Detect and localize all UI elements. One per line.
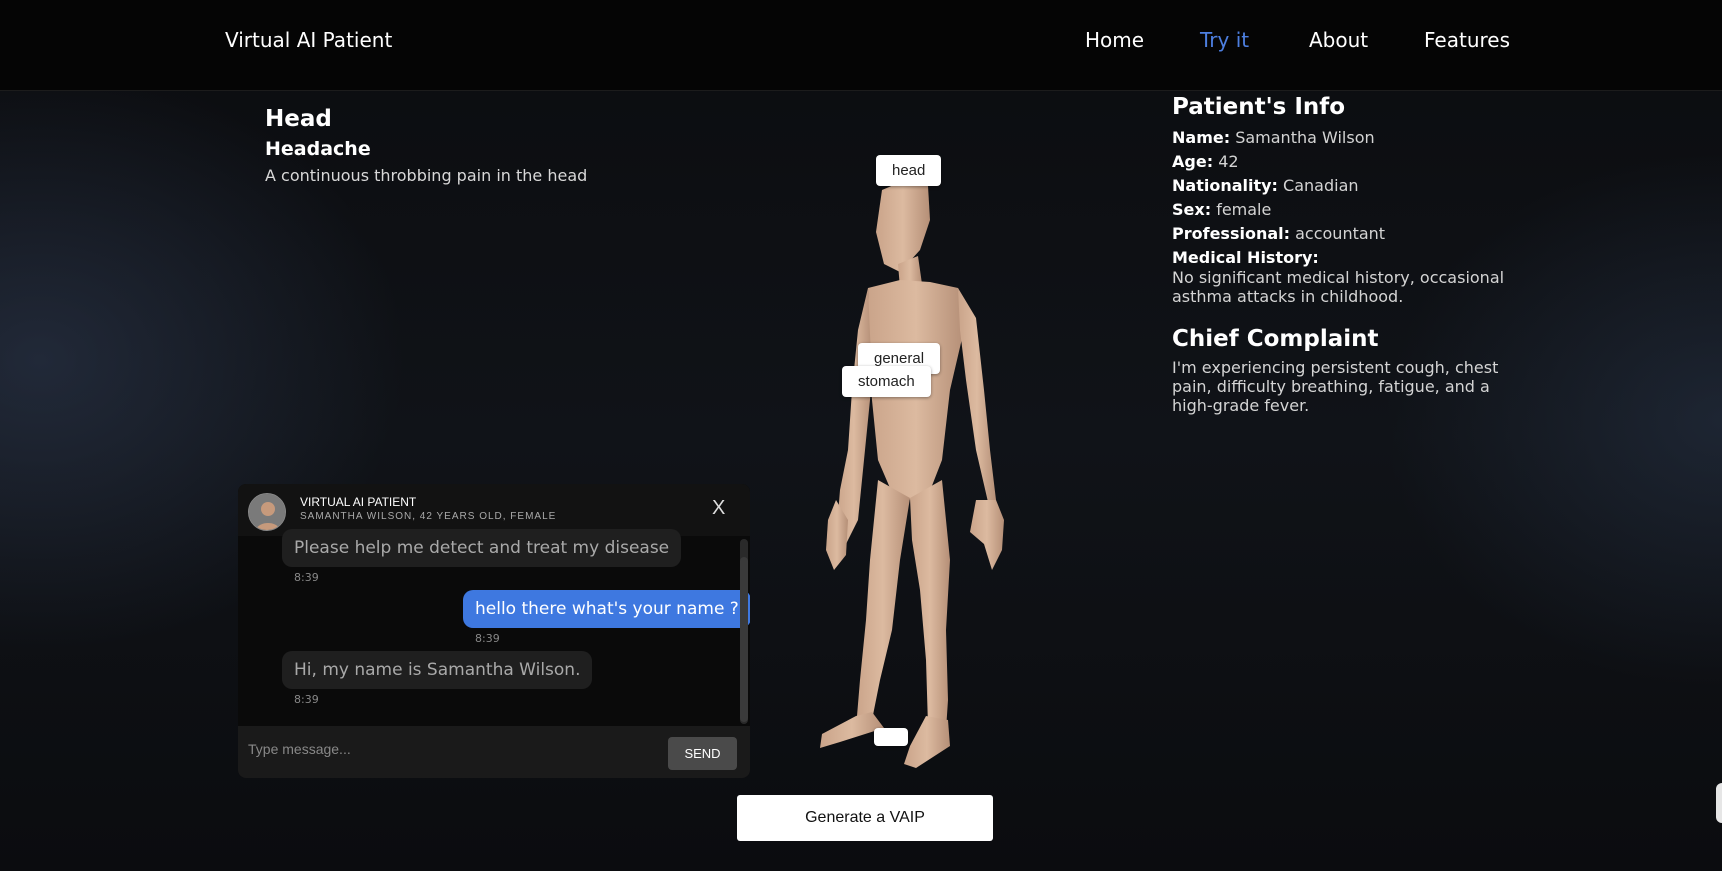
chat-window: VIRTUAL AI PATIENT SAMANTHA WILSON, 42 Y… — [238, 484, 750, 778]
patient-name-label: Name: — [1172, 128, 1231, 147]
human-figure-icon — [820, 178, 1004, 768]
chief-complaint-heading: Chief Complaint — [1172, 326, 1379, 352]
body-tag-stomach[interactable]: stomach — [842, 366, 931, 397]
patient-info-panel: Patient's Info Name: Samantha Wilson Age… — [1172, 94, 1512, 415]
chat-message-user: hello there what's your name ? — [463, 590, 750, 628]
patient-nationality-row: Nationality: Canadian — [1172, 174, 1512, 198]
patient-age: 42 — [1218, 152, 1239, 171]
brand-title[interactable]: Virtual AI Patient — [225, 28, 392, 52]
nav-features[interactable]: Features — [1424, 28, 1510, 52]
symptom-description: A continuous throbbing pain in the head — [265, 166, 588, 185]
patient-professional-row: Professional: accountant — [1172, 222, 1512, 246]
top-navbar: Virtual AI Patient Home Try it About Fea… — [0, 0, 1722, 91]
symptom-name: Headache — [265, 138, 371, 160]
patient-nationality-label: Nationality: — [1172, 176, 1278, 195]
side-edge-tab[interactable] — [1716, 783, 1722, 823]
body-tag-head[interactable]: head — [876, 155, 942, 186]
chat-message-patient: Please help me detect and treat my disea… — [282, 529, 682, 567]
chief-complaint: I'm experiencing persistent cough, chest… — [1172, 358, 1499, 415]
patient-sex-row: Sex: female — [1172, 198, 1512, 222]
medical-history: No significant medical history, occasion… — [1172, 268, 1505, 306]
nav-home[interactable]: Home — [1085, 28, 1144, 52]
chat-message-time: 8:39 — [475, 632, 500, 645]
symptom-panel: Head Headache A continuous throbbing pai… — [265, 106, 587, 185]
chat-title: VIRTUAL AI PATIENT — [300, 495, 417, 509]
chat-message-time: 8:39 — [294, 571, 319, 584]
patient-sex: female — [1216, 200, 1272, 219]
chat-message-input[interactable] — [248, 734, 648, 764]
nav-try-it[interactable]: Try it — [1200, 28, 1249, 52]
patient-age-row: Age: 42 — [1172, 150, 1512, 174]
body-tag-feet[interactable] — [874, 728, 908, 746]
patient-age-label: Age: — [1172, 152, 1214, 171]
person-avatar-icon — [249, 494, 285, 530]
patient-professional: accountant — [1295, 224, 1386, 243]
patient-sex-label: Sex: — [1172, 200, 1212, 219]
patient-professional-label: Professional: — [1172, 224, 1291, 243]
patient-name: Samantha Wilson — [1235, 128, 1375, 147]
chat-message-time: 8:39 — [294, 693, 319, 706]
chat-scrollbar[interactable] — [740, 539, 748, 724]
generate-vaip-button[interactable]: Generate a VAIP — [737, 795, 993, 841]
patient-info-heading: Patient's Info — [1172, 94, 1346, 120]
avatar — [248, 493, 286, 531]
chat-input-bar: SEND — [238, 726, 750, 778]
body-model[interactable]: head general stomach — [800, 155, 1040, 780]
send-button[interactable]: SEND — [668, 737, 737, 770]
patient-nationality: Canadian — [1283, 176, 1359, 195]
chat-close-button[interactable]: X — [712, 497, 725, 520]
chat-subtitle: SAMANTHA WILSON, 42 YEARS OLD, FEMALE — [300, 511, 557, 522]
chat-message-patient: Hi, my name is Samantha Wilson. — [282, 651, 593, 689]
chat-scroll-thumb[interactable] — [740, 557, 748, 722]
nav-about[interactable]: About — [1309, 28, 1368, 52]
medical-history-label: Medical History: — [1172, 248, 1319, 267]
patient-name-row: Name: Samantha Wilson — [1172, 126, 1512, 150]
symptom-region: Head — [265, 106, 332, 132]
